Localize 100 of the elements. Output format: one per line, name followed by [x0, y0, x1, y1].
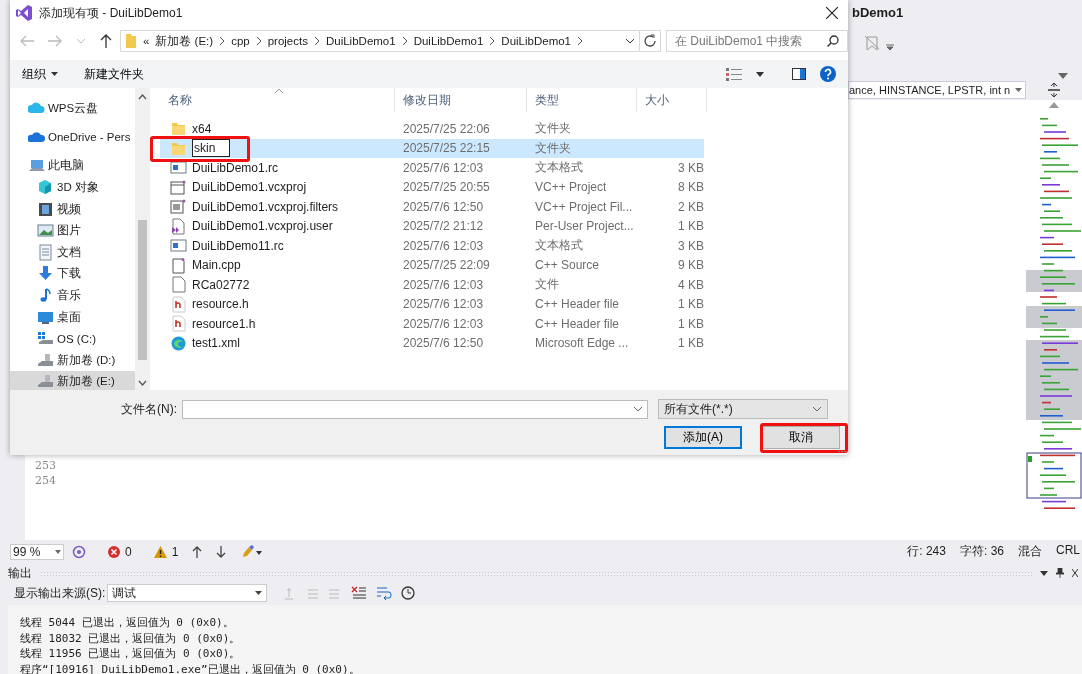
scroll-up-icon[interactable] [138, 94, 147, 100]
nav-item[interactable]: 此电脑 [10, 155, 135, 177]
breadcrumb-item[interactable]: DuiLibDemo1 [325, 35, 396, 47]
resource-file-icon [170, 237, 187, 255]
nav-item[interactable]: 文档 [10, 241, 135, 264]
file-date: 2025/7/6 12:50 [402, 199, 485, 214]
nav-item[interactable]: 图片 [10, 219, 135, 242]
search-field[interactable]: 在 DuiLibDemo1 中搜索 [666, 30, 848, 52]
pin-icon[interactable] [1056, 568, 1064, 578]
scroll-up-icon[interactable] [1049, 102, 1059, 108]
view-options-icon[interactable] [726, 67, 742, 81]
file-row[interactable]: resource.h 2025/7/6 12:03 C++ Header file 1 KB [160, 294, 704, 314]
file-type: C++ Header file [534, 316, 621, 331]
warnings-indicator[interactable]: 1 [153, 544, 179, 559]
column-header[interactable]: 名称 [160, 88, 395, 112]
warning-icon [153, 545, 167, 558]
function-dropdown[interactable]: ance, HINSTANCE, LPSTR, int n [848, 80, 1026, 99]
scroll-down-icon[interactable] [138, 380, 147, 386]
app-logo-icon [15, 4, 33, 22]
nav-item[interactable]: 新加卷 (D:) [10, 349, 135, 372]
source-label: 显示输出来源(S): [14, 584, 106, 602]
file-row[interactable]: Main.cpp 2025/7/25 22:09 C++ Source 9 KB [160, 255, 704, 275]
bookmark-icon [864, 34, 880, 51]
column-header[interactable]: 修改日期 [395, 88, 527, 112]
toolbar-button[interactable]: 新建文件夹 [78, 63, 150, 85]
add-button[interactable]: 添加(A) [664, 426, 742, 449]
drive-icon [37, 373, 54, 390]
file-row[interactable]: DuiLibDemo1.rc 2025/7/6 12:03 文本格式 3 KB [160, 158, 704, 178]
overflow-chevron[interactable]: « [143, 35, 150, 47]
dropdown-caret-icon[interactable] [886, 42, 894, 51]
arrow-up-icon[interactable] [192, 545, 203, 558]
nav-item[interactable]: 视频 [10, 198, 135, 220]
nav-item[interactable]: 下载 [10, 263, 135, 285]
nav-item[interactable]: WPS云盘 [10, 98, 135, 120]
word-wrap-icon[interactable] [376, 585, 393, 601]
filename-field[interactable] [182, 399, 648, 419]
help-icon[interactable] [820, 66, 836, 82]
file-row[interactable]: DuiLibDemo1.vcxproj.user 2025/7/2 21:12 Per-User Project... 1 KB [160, 216, 704, 236]
file-name: DuiLibDemo1.vcxproj.user [192, 219, 333, 234]
nav-item[interactable]: 新加卷 (E:) [10, 371, 135, 390]
dropdown-caret-icon[interactable] [1040, 570, 1048, 576]
chevron-right-icon [489, 36, 496, 46]
caret-icon[interactable] [1058, 72, 1068, 79]
nav-item[interactable]: OS (C:) [10, 327, 135, 350]
cancel-button[interactable]: 取消 [762, 426, 840, 449]
scrollbar-thumb[interactable] [138, 220, 147, 360]
zoom-dropdown[interactable]: 99 % [10, 543, 64, 560]
breadcrumb-item[interactable]: 新加卷 (E:) [155, 33, 214, 49]
chevron-down-icon[interactable] [625, 38, 636, 44]
line-ending-indicator[interactable]: CRL [1056, 543, 1080, 560]
preview-pane-icon[interactable] [792, 68, 806, 80]
file-row[interactable]: x64 2025/7/25 22:06 文件夹 [160, 119, 704, 139]
file-type-dropdown[interactable]: 所有文件(*.*) [658, 399, 828, 419]
file-row[interactable]: resource1.h 2025/7/6 12:03 C++ Header file 1 KB [160, 314, 704, 334]
file-row[interactable]: DuiLibDemo1.vcxproj 2025/7/25 20:55 VC++ Project 8 KB [160, 177, 704, 197]
nav-item[interactable]: 3D 对象 [10, 176, 135, 199]
nav-item[interactable]: 桌面 [10, 306, 135, 328]
address-bar[interactable]: « 新加卷 (E:) cpp projects DuiLibDemo1 DuiLibDemo1 DuiLibDemo1 [120, 30, 641, 52]
breadcrumb-item[interactable]: DuiLibDemo1 [413, 35, 484, 47]
file-row[interactable]: RCa02772 2025/7/6 12:03 文件 4 KB [160, 275, 704, 295]
caret-icon[interactable] [756, 71, 764, 77]
clock-icon[interactable] [401, 586, 416, 600]
file-row[interactable]: skin 2025/7/25 22:15 文件夹 [160, 138, 704, 158]
nav-item[interactable]: 音乐 [10, 284, 135, 307]
brush-icon[interactable] [240, 544, 263, 559]
close-icon[interactable] [1072, 569, 1078, 577]
resize-grip-icon[interactable] [838, 450, 846, 453]
caret-icon [1015, 87, 1022, 92]
dropdown-value: 调试 [112, 584, 137, 602]
refresh-button[interactable] [639, 30, 661, 52]
source-dropdown[interactable]: 调试 [107, 584, 268, 602]
file-size: 8 KB [677, 180, 704, 195]
mode-indicator[interactable]: 混合 [1018, 543, 1042, 560]
arrow-down-icon[interactable] [216, 545, 227, 558]
project-file-icon [170, 198, 187, 216]
file-date: 2025/7/6 12:03 [402, 316, 485, 331]
up-arrow-icon[interactable] [100, 34, 112, 48]
file-row[interactable]: DuiLibDemo11.rc 2025/7/6 12:03 文本格式 3 KB [160, 236, 704, 256]
copilot-icon[interactable] [72, 544, 86, 559]
column-header[interactable]: 大小 [637, 88, 707, 112]
breadcrumb-item[interactable]: projects [267, 35, 308, 47]
errors-indicator[interactable]: 0 [108, 544, 132, 559]
clear-all-icon[interactable] [351, 586, 368, 600]
nav-item[interactable]: OneDrive - Pers [10, 126, 135, 149]
download-arrow-icon [37, 265, 54, 283]
file-row[interactable]: test1.xml 2025/7/6 12:50 Microsoft Edge ... 1 KB [160, 333, 704, 353]
organize-menu[interactable]: 组织 [16, 63, 64, 85]
file-size: 9 KB [677, 258, 704, 273]
rename-field[interactable]: skin [192, 139, 231, 158]
chevron-down-icon [633, 406, 643, 412]
file-size: 2 KB [677, 199, 704, 214]
breadcrumb-item[interactable]: DuiLibDemo1 [501, 35, 572, 47]
file-name: DuiLibDemo1.vcxproj [192, 180, 307, 195]
file-row[interactable]: DuiLibDemo1.vcxproj.filters 2025/7/6 12:50 VC++ Project Fil... 2 KB [160, 197, 704, 217]
breadcrumb-item[interactable]: cpp [231, 35, 250, 47]
close-icon[interactable] [826, 7, 838, 19]
column-header[interactable]: 类型 [527, 88, 637, 112]
chevron-down-icon [812, 406, 822, 412]
file-type: VC++ Project Fil... [534, 199, 634, 214]
file-size: 1 KB [677, 316, 704, 331]
